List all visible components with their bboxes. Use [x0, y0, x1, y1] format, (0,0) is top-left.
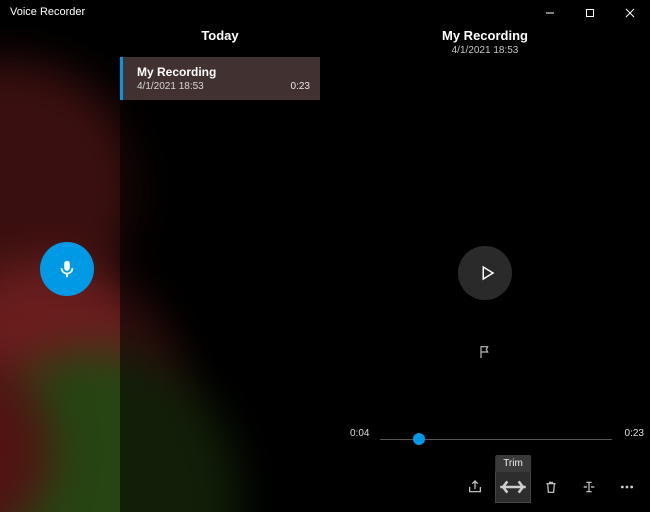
microphone-icon [56, 258, 78, 280]
share-icon [467, 479, 483, 495]
recording-duration: 0:23 [291, 81, 310, 92]
maximize-button[interactable] [570, 0, 610, 26]
window-controls [530, 0, 650, 26]
trim-icon [496, 470, 530, 504]
seek-bar[interactable]: 0:04 0:23 [380, 430, 612, 450]
recordings-list: Today My Recording 4/1/2021 18:53 0:23 [120, 0, 320, 512]
bottom-toolbar: Trim [458, 472, 644, 502]
rename-button[interactable] [572, 472, 606, 502]
detail-title: My Recording [320, 28, 650, 43]
seek-thumb[interactable] [413, 433, 425, 445]
recording-subtitle: 4/1/2021 18:53 [137, 81, 308, 92]
trim-tooltip: Trim [495, 455, 531, 472]
close-button[interactable] [610, 0, 650, 26]
add-marker-button[interactable] [473, 340, 497, 364]
play-button[interactable] [458, 246, 512, 300]
flag-icon [477, 344, 493, 360]
record-button[interactable] [40, 242, 94, 296]
play-icon [478, 264, 496, 282]
trash-icon [543, 479, 559, 495]
recording-item[interactable]: My Recording 4/1/2021 18:53 0:23 [120, 57, 320, 100]
trim-wrap: Trim [496, 472, 530, 502]
seek-current-time: 0:04 [350, 428, 369, 439]
minimize-button[interactable] [530, 0, 570, 26]
app-window: Voice Recorder Today My Recording 4/1/20… [0, 0, 650, 512]
detail-subtitle: 4/1/2021 18:53 [320, 45, 650, 56]
delete-button[interactable] [534, 472, 568, 502]
seek-end-time: 0:23 [614, 428, 644, 439]
trim-button[interactable] [496, 472, 530, 502]
recording-title: My Recording [137, 65, 308, 79]
right-panel: My Recording 4/1/2021 18:53 0:04 0:23 Tr… [320, 0, 650, 512]
more-icon [619, 479, 635, 495]
share-button[interactable] [458, 472, 492, 502]
rename-icon [581, 479, 597, 495]
list-section-header: Today [120, 6, 320, 57]
left-panel: Voice Recorder Today My Recording 4/1/20… [0, 0, 320, 512]
more-button[interactable] [610, 472, 644, 502]
